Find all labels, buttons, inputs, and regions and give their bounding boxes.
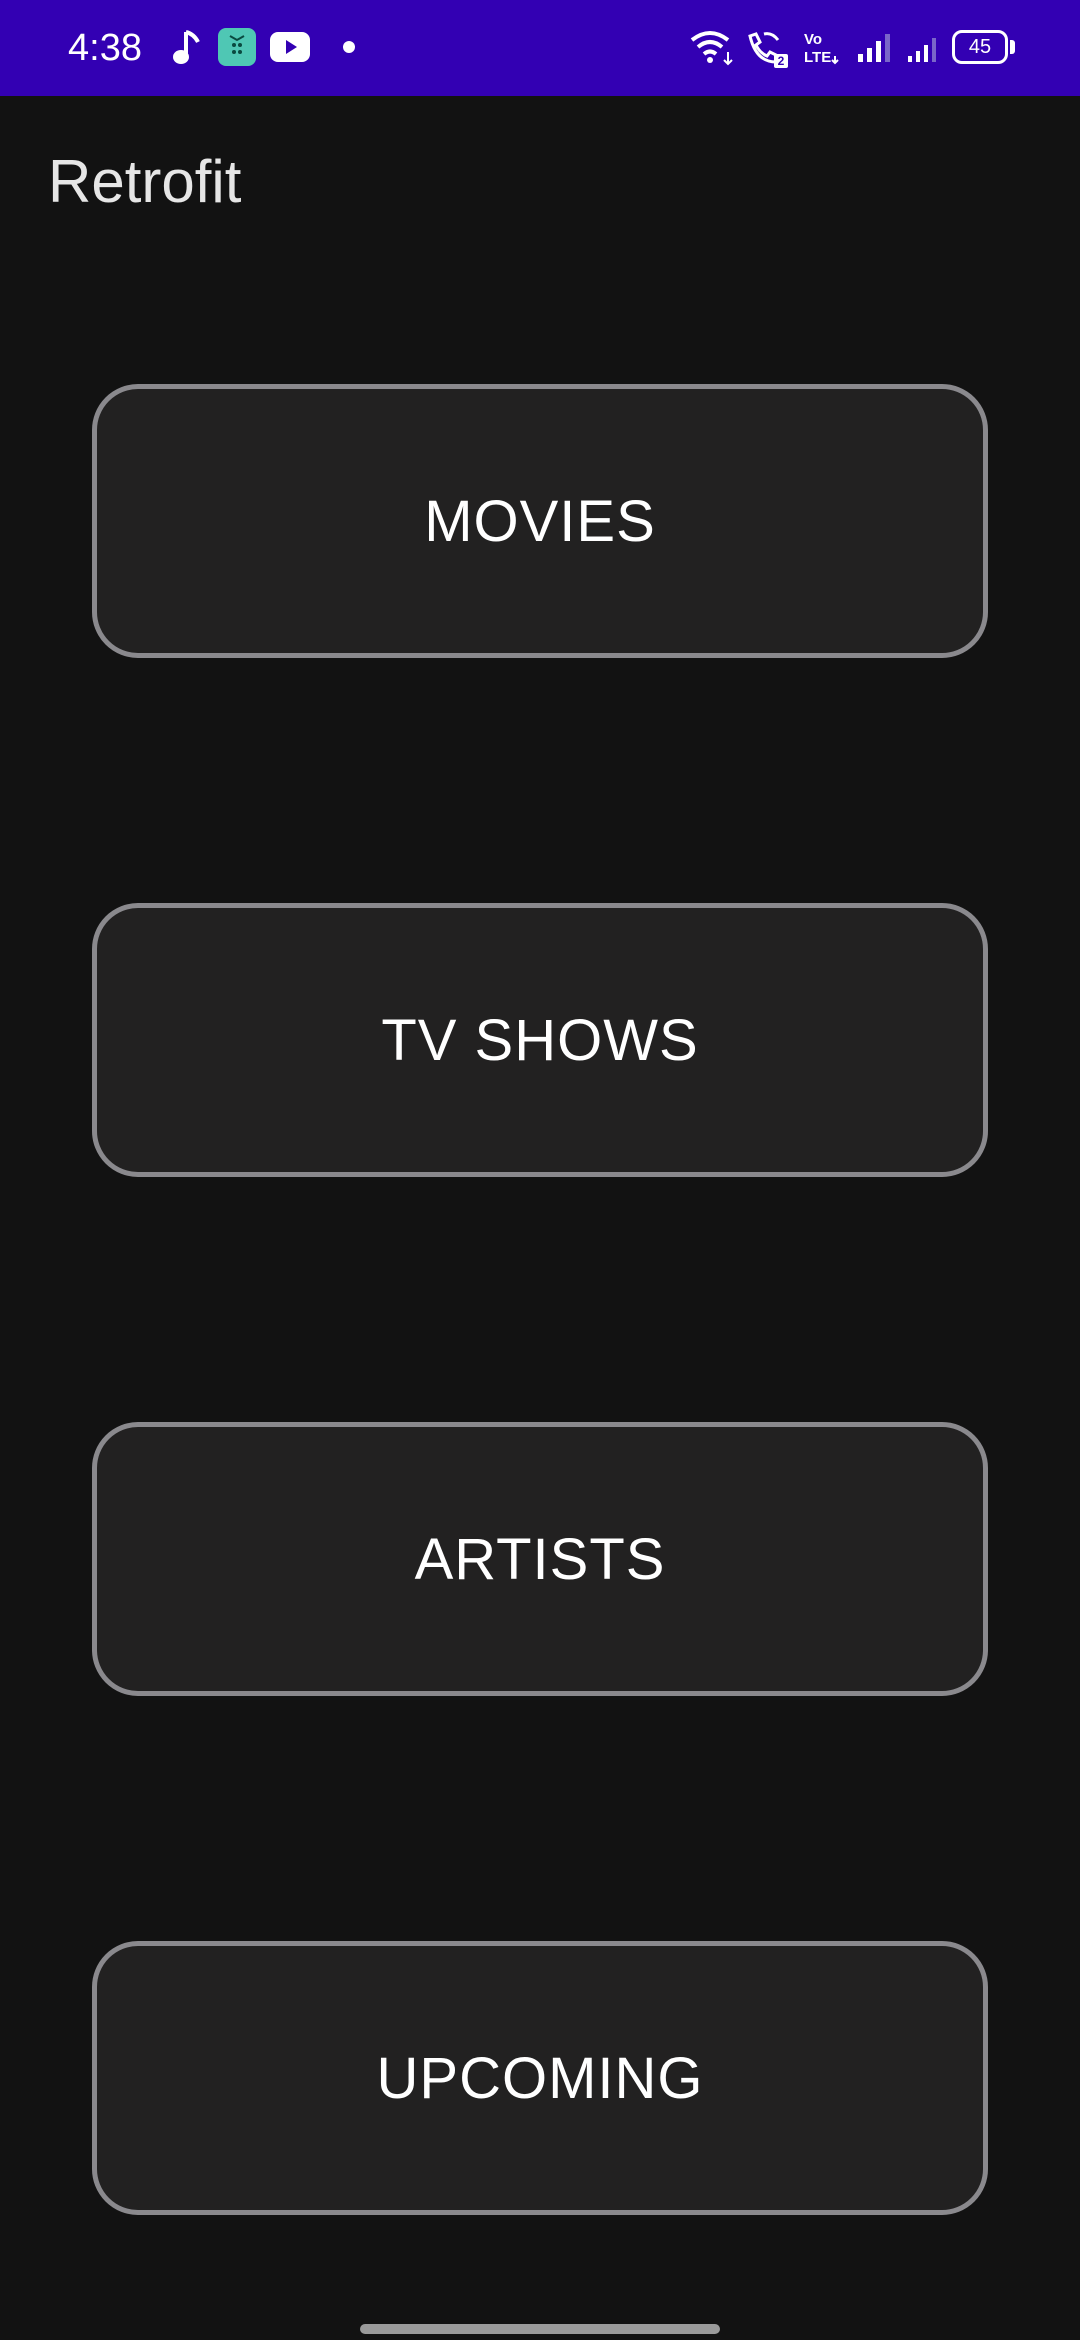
music-note-icon: [173, 30, 200, 64]
battery-icon: 45: [952, 30, 1008, 64]
wifi-icon: [690, 31, 733, 66]
wifi-calling-icon: 2: [748, 32, 788, 68]
svg-text:LTE: LTE: [804, 49, 831, 66]
app-title: Retrofit: [48, 148, 242, 215]
status-time: 4:38: [68, 27, 142, 69]
movies-button[interactable]: MOVIES: [92, 384, 988, 658]
battery-tip: [1010, 40, 1015, 54]
artists-button[interactable]: ARTISTS: [92, 1422, 988, 1696]
svg-text:Vo: Vo: [804, 31, 822, 48]
svg-text:2: 2: [778, 54, 785, 68]
volte-icon: Vo LTE: [804, 31, 839, 66]
status-bar: 4:38 2 Vo LTE 45: [0, 0, 1080, 96]
app-icon: [218, 28, 256, 66]
upcoming-button[interactable]: UPCOMING: [92, 1941, 988, 2215]
signal-icon-2: [908, 38, 936, 62]
tv-shows-button[interactable]: TV SHOWS: [92, 903, 988, 1177]
youtube-icon: [270, 32, 310, 62]
gesture-nav-handle[interactable]: [360, 2324, 720, 2334]
signal-icon: [858, 34, 890, 62]
notification-dot-icon: [343, 41, 355, 53]
